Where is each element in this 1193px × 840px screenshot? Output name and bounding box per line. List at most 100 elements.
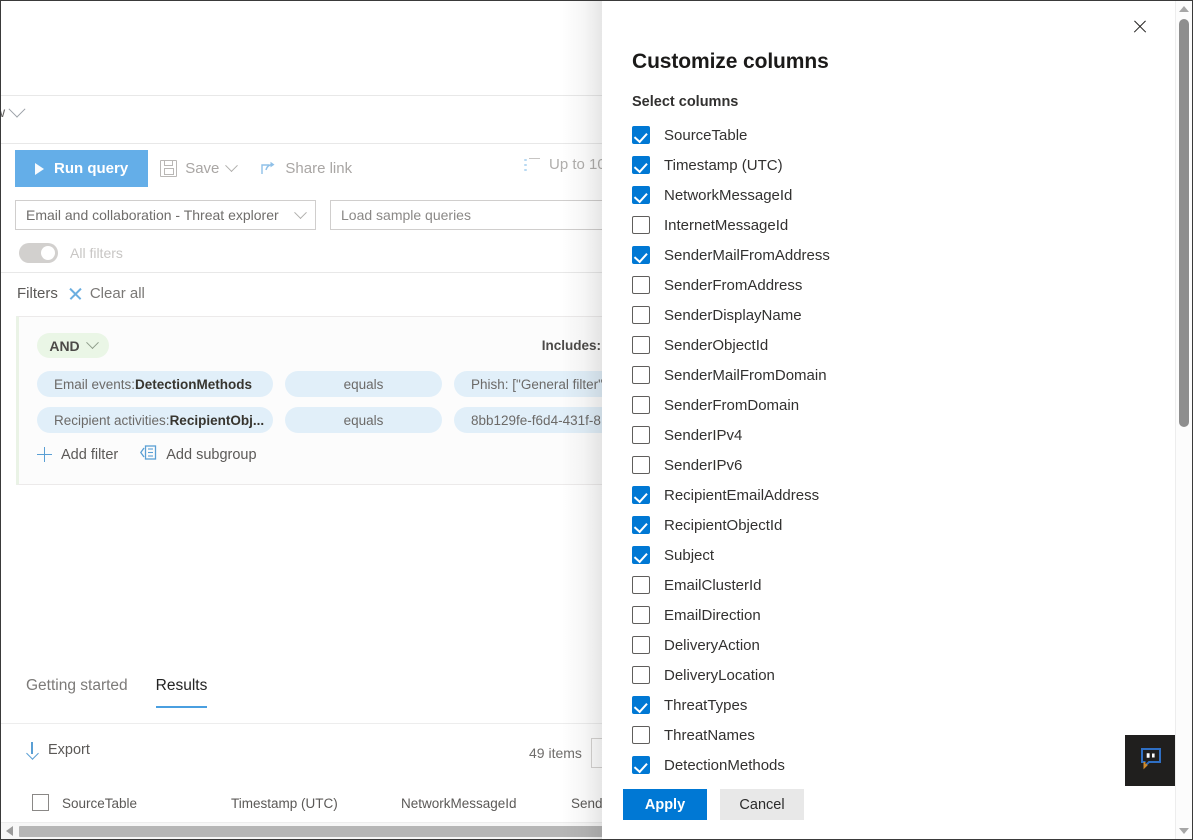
column-option-label: InternetMessageId: [664, 217, 788, 234]
checkbox[interactable]: [632, 276, 650, 294]
checkbox[interactable]: [632, 606, 650, 624]
app-window: w Run query Save: [0, 0, 1193, 840]
add-subgroup-button[interactable]: Add subgroup: [140, 445, 256, 464]
filter-field-name: DetectionMethods: [135, 377, 252, 392]
checkbox[interactable]: [632, 216, 650, 234]
filter-field-pill[interactable]: Recipient activities: RecipientObj...: [37, 407, 273, 433]
vertical-scrollbar-thumb[interactable]: [1179, 19, 1189, 427]
checkbox[interactable]: [632, 366, 650, 384]
all-filters-toggle[interactable]: All filters: [19, 243, 123, 263]
column-option-deliveryaction[interactable]: DeliveryAction: [632, 630, 1132, 660]
column-option-recipientemailaddress[interactable]: RecipientEmailAddress: [632, 480, 1132, 510]
filter-operator-pill[interactable]: equals: [285, 371, 442, 397]
column-option-emailclusterid[interactable]: EmailClusterId: [632, 570, 1132, 600]
apply-button[interactable]: Apply: [623, 789, 707, 820]
checkbox[interactable]: [632, 666, 650, 684]
checkbox[interactable]: [632, 636, 650, 654]
column-option-subject[interactable]: Subject: [632, 540, 1132, 570]
checkbox[interactable]: [632, 486, 650, 504]
add-subgroup-label: Add subgroup: [166, 447, 256, 463]
column-option-senderipv6[interactable]: SenderIPv6: [632, 450, 1132, 480]
column-option-recipientobjectid[interactable]: RecipientObjectId: [632, 510, 1132, 540]
checkbox[interactable]: [632, 696, 650, 714]
column-option-networkmessageid[interactable]: NetworkMessageId: [632, 180, 1132, 210]
column-option-senderobjectid[interactable]: SenderObjectId: [632, 330, 1132, 360]
column-option-sourcetable[interactable]: SourceTable: [632, 120, 1132, 150]
toggle-switch[interactable]: [19, 243, 58, 263]
checkbox[interactable]: [632, 156, 650, 174]
column-option-emaildirection[interactable]: EmailDirection: [632, 600, 1132, 630]
filter-value-pill[interactable]: Phish: ["General filter": [454, 371, 621, 397]
column-option-sendermailfromaddress[interactable]: SenderMailFromAddress: [632, 240, 1132, 270]
checkbox[interactable]: [632, 126, 650, 144]
column-option-label: NetworkMessageId: [664, 187, 792, 204]
checkbox[interactable]: [632, 516, 650, 534]
checkbox[interactable]: [632, 396, 650, 414]
filter-field-pill[interactable]: Email events: DetectionMethods: [37, 371, 273, 397]
checkbox[interactable]: [632, 726, 650, 744]
scroll-down-arrow-icon[interactable]: [1179, 828, 1189, 834]
row-limit-selector[interactable]: Up to 10: [524, 156, 606, 173]
results-table-header: SourceTable Timestamp (UTC) NetworkMessa…: [1, 796, 621, 824]
checkbox[interactable]: [632, 756, 650, 774]
column-option-senderdisplayname[interactable]: SenderDisplayName: [632, 300, 1132, 330]
checkbox[interactable]: [632, 576, 650, 594]
divider-filters: [1, 272, 621, 273]
column-option-label: DetectionMethods: [664, 757, 785, 774]
filter-operator-label: equals: [344, 377, 384, 392]
select-columns-label: Select columns: [632, 94, 738, 110]
save-button[interactable]: Save: [148, 150, 248, 187]
tab-getting-started[interactable]: Getting started: [26, 677, 128, 708]
filter-value-pill[interactable]: 8bb129fe-f6d4-431f-8: [454, 407, 621, 433]
column-option-senderfromaddress[interactable]: SenderFromAddress: [632, 270, 1132, 300]
column-option-senderipv4[interactable]: SenderIPv4: [632, 420, 1132, 450]
share-icon: [260, 160, 277, 177]
share-link-button[interactable]: Share link: [248, 150, 364, 187]
column-option-detectionmethods[interactable]: DetectionMethods: [632, 750, 1132, 780]
column-option-deliverylocation[interactable]: DeliveryLocation: [632, 660, 1132, 690]
panel-actions: Apply Cancel: [623, 789, 804, 820]
column-header[interactable]: Send: [571, 796, 603, 811]
column-header[interactable]: NetworkMessageId: [401, 796, 517, 811]
column-option-threattypes[interactable]: ThreatTypes: [632, 690, 1132, 720]
query-selectors: Email and collaboration - Threat explore…: [15, 200, 621, 230]
checkbox[interactable]: [632, 426, 650, 444]
close-button[interactable]: [1125, 12, 1155, 42]
column-option-label: RecipientEmailAddress: [664, 487, 819, 504]
checkbox[interactable]: [632, 186, 650, 204]
clear-all-button[interactable]: Clear all: [68, 285, 145, 302]
feedback-button[interactable]: [1125, 735, 1176, 786]
checkbox[interactable]: [632, 456, 650, 474]
column-option-senderfromdomain[interactable]: SenderFromDomain: [632, 390, 1132, 420]
column-option-threatnames[interactable]: ThreatNames: [632, 720, 1132, 750]
column-option-timestamp-utc[interactable]: Timestamp (UTC): [632, 150, 1132, 180]
add-filter-button[interactable]: Add filter: [37, 447, 118, 463]
column-header[interactable]: SourceTable: [62, 796, 137, 811]
run-query-button[interactable]: Run query: [15, 150, 148, 187]
filter-group-operator[interactable]: AND: [37, 333, 109, 358]
tab-results[interactable]: Results: [156, 677, 208, 708]
horizontal-scrollbar[interactable]: [1, 822, 621, 839]
checkbox[interactable]: [632, 546, 650, 564]
view-selector[interactable]: w: [1, 104, 23, 120]
sample-queries-placeholder: Load sample queries: [341, 207, 471, 223]
cancel-button[interactable]: Cancel: [720, 789, 804, 820]
select-all-checkbox[interactable]: [32, 794, 49, 811]
results-toolbar: Export: [25, 742, 90, 758]
sample-queries-select[interactable]: Load sample queries: [330, 200, 621, 230]
column-header[interactable]: Timestamp (UTC): [231, 796, 338, 811]
vertical-scrollbar[interactable]: [1175, 1, 1192, 839]
panel-title: Customize columns: [632, 50, 829, 74]
horizontal-scrollbar-thumb[interactable]: [19, 826, 604, 837]
filter-operator-pill[interactable]: equals: [285, 407, 442, 433]
scroll-left-arrow-icon[interactable]: [6, 826, 13, 836]
export-button-label[interactable]: Export: [48, 742, 90, 758]
scroll-up-arrow-icon[interactable]: [1179, 6, 1189, 12]
checkbox[interactable]: [632, 246, 650, 264]
column-option-sendermailfromdomain[interactable]: SenderMailFromDomain: [632, 360, 1132, 390]
filter-value-label: Phish: ["General filter": [471, 377, 603, 392]
column-option-internetmessageid[interactable]: InternetMessageId: [632, 210, 1132, 240]
checkbox[interactable]: [632, 306, 650, 324]
scope-select[interactable]: Email and collaboration - Threat explore…: [15, 200, 316, 230]
checkbox[interactable]: [632, 336, 650, 354]
